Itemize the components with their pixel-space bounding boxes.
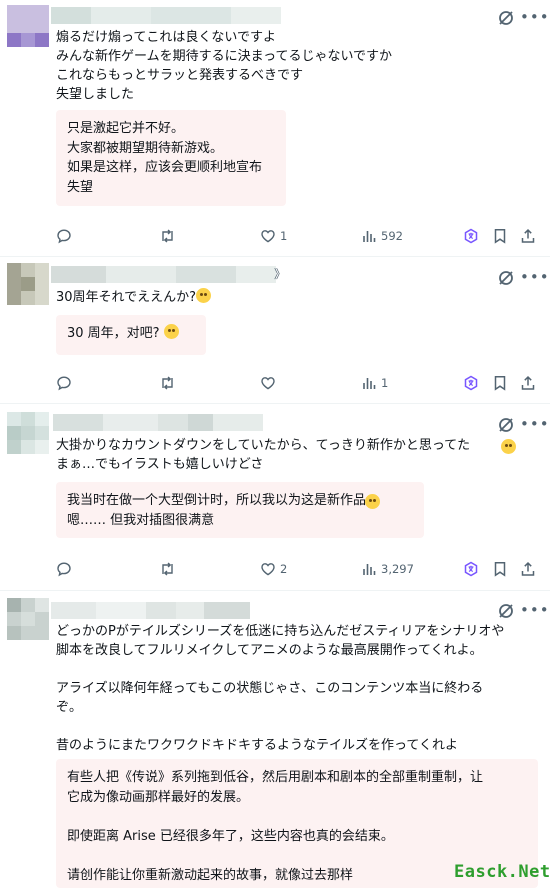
repost-button[interactable] — [159, 559, 180, 579]
reply-icon — [56, 375, 72, 391]
more-icon[interactable]: ••• — [520, 601, 550, 619]
share-icon — [520, 561, 536, 577]
author-name-blurred[interactable] — [51, 266, 276, 283]
bookmark-button[interactable] — [493, 226, 507, 246]
share-icon — [520, 228, 536, 244]
translate-icon — [463, 561, 479, 577]
repost-icon — [159, 228, 176, 244]
bookmark-icon — [493, 561, 507, 577]
like-icon — [260, 228, 276, 244]
reply-icon — [56, 561, 72, 577]
emoji-icon — [196, 288, 212, 303]
views-button[interactable]: 1 — [361, 373, 388, 393]
grok-icon[interactable] — [497, 416, 515, 434]
avatar[interactable] — [7, 263, 49, 305]
more-icon[interactable]: ••• — [520, 415, 550, 433]
author-name-blurred[interactable] — [53, 414, 263, 431]
share-button[interactable] — [520, 226, 536, 246]
views-icon — [361, 228, 377, 244]
translate-icon — [463, 228, 479, 244]
like-icon — [260, 375, 276, 391]
emoji-icon — [365, 494, 380, 509]
views-icon — [361, 375, 377, 391]
translate-button[interactable] — [463, 373, 479, 393]
post-4: ••• どっかのPがテイルズシリーズを低迷に持ち込んだゼスティリアをシナリオや … — [0, 591, 550, 888]
translation-text: 有些人把《传说》系列拖到低谷，然后用剧本和剧本的全部重制重制，让 它成为像动画那… — [67, 770, 484, 883]
translate-icon — [463, 375, 479, 391]
post-text: 煽るだけ煽ってこれは良くないですよ みんな新作ゲームを期待するに決まってるじゃな… — [56, 30, 393, 102]
action-bar: 1 592 — [0, 226, 550, 246]
translation-text: 30 周年，对吧? — [67, 324, 179, 344]
author-name-blurred[interactable] — [51, 7, 281, 24]
translation-box: 我当时在做一个大型倒计时，所以我以为这是新作品 嗯…… 但我对插图很满意 — [56, 482, 424, 538]
post-text: 30周年それでええんか? — [56, 288, 212, 307]
emoji-icon — [501, 439, 516, 454]
post-1: ••• 煽るだけ煽ってこれは良くないですよ みんな新作ゲームを期待するに決まって… — [0, 0, 550, 256]
bookmark-icon — [493, 228, 507, 244]
bookmark-button[interactable] — [493, 373, 507, 393]
reply-button[interactable] — [56, 226, 76, 246]
watermark: Easck.Net — [454, 862, 550, 882]
avatar[interactable] — [7, 598, 49, 640]
like-button[interactable] — [260, 373, 280, 393]
translate-button[interactable] — [463, 559, 479, 579]
reply-button[interactable] — [56, 559, 76, 579]
translation-text: 只是激起它并不好。 大家都被期望期待新游戏。 如果是这样，应该会更顺利地宣布 失… — [67, 121, 263, 195]
translate-button[interactable] — [463, 226, 479, 246]
grok-icon[interactable] — [497, 9, 515, 27]
post-3: ••• 大掛かりなカウントダウンをしていたから、てっきり新作かと思ってた まぁ…… — [0, 404, 550, 590]
post-text: どっかのPがテイルズシリーズを低迷に持ち込んだゼスティリアをシナリオや 脚本を改… — [56, 624, 505, 753]
like-icon — [260, 561, 276, 577]
author-name-blurred[interactable] — [51, 602, 250, 619]
post-text: 大掛かりなカウントダウンをしていたから、てっきり新作かと思ってた まぁ…でもイラ… — [56, 438, 471, 472]
action-bar: 2 3,297 — [0, 559, 550, 579]
grok-icon[interactable] — [497, 269, 515, 287]
grok-icon[interactable] — [497, 602, 515, 620]
translation-text: 我当时在做一个大型倒计时，所以我以为这是新作品 嗯…… 但我对插图很满意 — [67, 493, 367, 528]
like-button[interactable]: 1 — [260, 226, 287, 246]
post-2: 》 ••• 30周年それでええんか? 30 周年，对吧? 1 — [0, 257, 550, 403]
views-icon — [361, 561, 377, 577]
avatar[interactable] — [7, 5, 49, 47]
reply-icon — [56, 228, 72, 244]
avatar[interactable] — [7, 412, 49, 454]
repost-button[interactable] — [159, 373, 180, 393]
bookmark-button[interactable] — [493, 559, 507, 579]
repost-icon — [159, 375, 176, 391]
author-handle-suffix: 》 — [274, 267, 287, 281]
more-icon[interactable]: ••• — [520, 268, 550, 286]
repost-icon — [159, 561, 176, 577]
action-bar: 1 — [0, 373, 550, 393]
emoji-icon — [163, 324, 179, 339]
bookmark-icon — [493, 375, 507, 391]
reply-button[interactable] — [56, 373, 76, 393]
translation-box: 只是激起它并不好。 大家都被期望期待新游戏。 如果是这样，应该会更顺利地宣布 失… — [56, 110, 286, 206]
repost-button[interactable] — [159, 226, 180, 246]
share-icon — [520, 375, 536, 391]
share-button[interactable] — [520, 559, 536, 579]
share-button[interactable] — [520, 373, 536, 393]
views-button[interactable]: 592 — [361, 226, 403, 246]
views-button[interactable]: 3,297 — [361, 559, 414, 579]
translation-box: 30 周年，对吧? — [56, 315, 206, 355]
more-icon[interactable]: ••• — [520, 8, 550, 26]
like-button[interactable]: 2 — [260, 559, 287, 579]
